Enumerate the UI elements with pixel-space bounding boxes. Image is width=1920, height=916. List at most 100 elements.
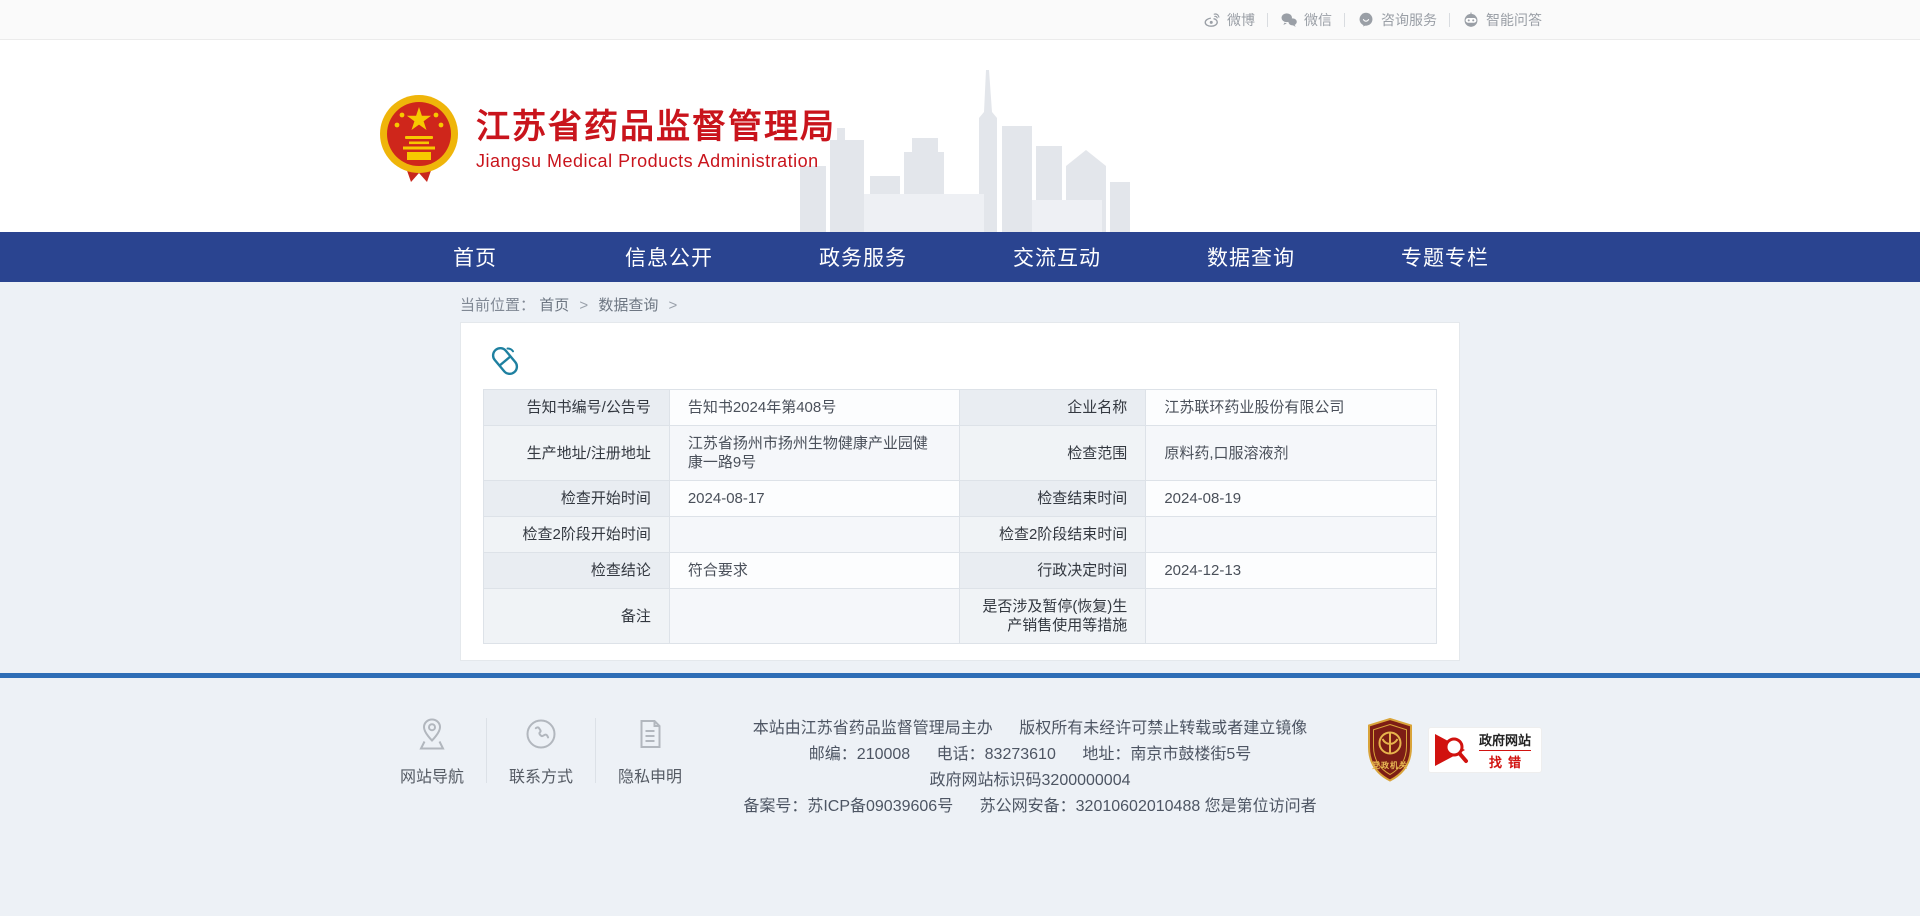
divider — [1267, 13, 1268, 27]
nav-item-data-query[interactable]: 数据查询 — [1154, 232, 1348, 282]
table-row: 备注 是否涉及暂停(恢复)生产销售使用等措施 — [484, 589, 1437, 644]
field-value — [669, 517, 960, 553]
weibo-icon — [1203, 11, 1221, 29]
footer-postcode-text: 邮编：210008 — [809, 742, 910, 768]
site-subtitle: Jiangsu Medical Products Administration — [476, 151, 836, 172]
footer-icp-text: 备案号：苏ICP备09039606号 — [743, 794, 953, 820]
smart-qa-link[interactable]: 智能问答 — [1462, 10, 1542, 30]
site-logo: 江苏省药品监督管理局 Jiangsu Medical Products Admi… — [378, 94, 836, 184]
breadcrumb-prefix: 当前位置： — [460, 297, 535, 314]
divider — [1344, 13, 1345, 27]
field-label: 检查结束时间 — [960, 481, 1146, 517]
nav-item-interaction[interactable]: 交流互动 — [960, 232, 1154, 282]
wechat-link[interactable]: 微信 — [1280, 10, 1332, 30]
main-content: 当前位置： 首页 > 数据查询 > 告知书编号/公告号 告知书2024年第408… — [0, 282, 1920, 661]
footer-link-label: 隐私申明 — [618, 763, 682, 787]
field-label: 行政决定时间 — [960, 553, 1146, 589]
find-error-icon — [1433, 731, 1473, 769]
national-emblem-icon — [378, 94, 460, 184]
field-value: 符合要求 — [669, 553, 960, 589]
weibo-label: 微博 — [1227, 10, 1255, 30]
nav-item-home[interactable]: 首页 — [378, 232, 572, 282]
divider — [1449, 13, 1450, 27]
field-label: 生产地址/注册地址 — [484, 426, 670, 481]
phone-icon — [521, 714, 561, 754]
field-value: 告知书2024年第408号 — [669, 390, 960, 426]
weibo-link[interactable]: 微博 — [1203, 10, 1255, 30]
footer-info-line: 邮编：210008 电话：83273610 地址：南京市鼓楼街5号 政府网站标识… — [704, 742, 1356, 794]
site-footer: 网站导航 联系方式 隐私申明 本站由 — [0, 678, 1920, 916]
footer-link-contact[interactable]: 联系方式 — [487, 714, 595, 787]
field-value — [1146, 517, 1437, 553]
smart-qa-label: 智能问答 — [1486, 10, 1542, 30]
nav-item-gov-services[interactable]: 政务服务 — [766, 232, 960, 282]
site-map-icon — [412, 714, 452, 754]
pill-icon — [487, 343, 523, 379]
breadcrumb-home-link[interactable]: 首页 — [539, 297, 569, 314]
field-label: 是否涉及暂停(恢复)生产销售使用等措施 — [960, 589, 1146, 644]
wechat-label: 微信 — [1304, 10, 1332, 30]
table-row: 检查结论 符合要求 行政决定时间 2024-12-13 — [484, 553, 1437, 589]
nav-item-special-topics[interactable]: 专题专栏 — [1348, 232, 1542, 282]
breadcrumb-separator: > — [669, 297, 678, 314]
shield-icon — [1366, 718, 1414, 782]
detail-panel: 告知书编号/公告号 告知书2024年第408号 企业名称 江苏联环药业股份有限公… — [460, 322, 1460, 661]
consult-service-label: 咨询服务 — [1381, 10, 1437, 30]
footer-badges: 党政机关 政府网站 找错 — [1366, 714, 1542, 782]
site-error-report-badge[interactable]: 政府网站 找错 — [1428, 727, 1542, 773]
find-error-text: 政府网站 找错 — [1479, 730, 1531, 771]
field-value: 江苏联环药业股份有限公司 — [1146, 390, 1437, 426]
footer-info-line: 本站由江苏省药品监督管理局主办 版权所有未经许可禁止转载或者建立镜像 — [704, 716, 1356, 742]
privacy-doc-icon — [630, 714, 670, 754]
find-error-top-label: 政府网站 — [1479, 730, 1531, 751]
party-gov-badge-label: 党政机关 — [1366, 760, 1414, 771]
wechat-icon — [1280, 11, 1298, 29]
field-value: 2024-08-19 — [1146, 481, 1437, 517]
field-value: 江苏省扬州市扬州生物健康产业园健康一路9号 — [669, 426, 960, 481]
site-header: 江苏省药品监督管理局 Jiangsu Medical Products Admi… — [0, 40, 1920, 232]
site-title: 江苏省药品监督管理局 — [476, 107, 836, 147]
footer-info-line: 备案号：苏ICP备09039606号 苏公网安备：32010602010488 … — [704, 794, 1356, 820]
table-row: 检查2阶段开始时间 检查2阶段结束时间 — [484, 517, 1437, 553]
footer-link-label: 网站导航 — [400, 763, 464, 787]
consult-service-link[interactable]: 咨询服务 — [1357, 10, 1437, 30]
field-value: 2024-08-17 — [669, 481, 960, 517]
field-label: 检查开始时间 — [484, 481, 670, 517]
breadcrumb: 当前位置： 首页 > 数据查询 > — [460, 294, 1460, 314]
field-label: 告知书编号/公告号 — [484, 390, 670, 426]
field-label: 检查2阶段结束时间 — [960, 517, 1146, 553]
footer-copyright-text: 版权所有未经许可禁止转载或者建立镜像 — [1019, 716, 1307, 742]
main-nav: 首页 信息公开 政务服务 交流互动 数据查询 专题专栏 — [0, 232, 1920, 282]
breadcrumb-separator: > — [579, 297, 588, 314]
table-row: 告知书编号/公告号 告知书2024年第408号 企业名称 江苏联环药业股份有限公… — [484, 390, 1437, 426]
field-value — [669, 589, 960, 644]
breadcrumb-section-link[interactable]: 数据查询 — [598, 297, 658, 314]
field-label: 检查2阶段开始时间 — [484, 517, 670, 553]
footer-info: 本站由江苏省药品监督管理局主办 版权所有未经许可禁止转载或者建立镜像 邮编：21… — [704, 714, 1356, 820]
field-value: 2024-12-13 — [1146, 553, 1437, 589]
table-row: 检查开始时间 2024-08-17 检查结束时间 2024-08-19 — [484, 481, 1437, 517]
footer-security-record-text: 苏公网安备：32010602010488 您是第位访问者 — [980, 794, 1317, 820]
footer-address-text: 地址：南京市鼓楼街5号 — [1082, 742, 1251, 768]
inspection-detail-table: 告知书编号/公告号 告知书2024年第408号 企业名称 江苏联环药业股份有限公… — [483, 389, 1437, 644]
field-label: 检查结论 — [484, 553, 670, 589]
field-value: 原料药,口服溶液剂 — [1146, 426, 1437, 481]
party-gov-badge[interactable]: 党政机关 — [1366, 718, 1414, 782]
field-label: 检查范围 — [960, 426, 1146, 481]
top-utility-bar: 微博 微信 咨询服务 — [0, 0, 1920, 40]
consult-service-icon — [1357, 11, 1375, 29]
footer-host-text: 本站由江苏省药品监督管理局主办 — [753, 716, 993, 742]
footer-phone-text: 电话：83273610 — [937, 742, 1056, 768]
footer-link-sitemap[interactable]: 网站导航 — [378, 714, 486, 787]
field-value — [1146, 589, 1437, 644]
footer-links: 网站导航 联系方式 隐私申明 — [378, 714, 704, 787]
footer-site-id-text: 政府网站标识码3200000004 — [930, 768, 1131, 794]
find-error-bottom-label: 找错 — [1483, 752, 1527, 771]
nav-item-info-disclosure[interactable]: 信息公开 — [572, 232, 766, 282]
field-label: 备注 — [484, 589, 670, 644]
table-row: 生产地址/注册地址 江苏省扬州市扬州生物健康产业园健康一路9号 检查范围 原料药… — [484, 426, 1437, 481]
footer-link-privacy[interactable]: 隐私申明 — [596, 714, 704, 787]
field-label: 企业名称 — [960, 390, 1146, 426]
smart-qa-icon — [1462, 11, 1480, 29]
footer-link-label: 联系方式 — [509, 763, 573, 787]
